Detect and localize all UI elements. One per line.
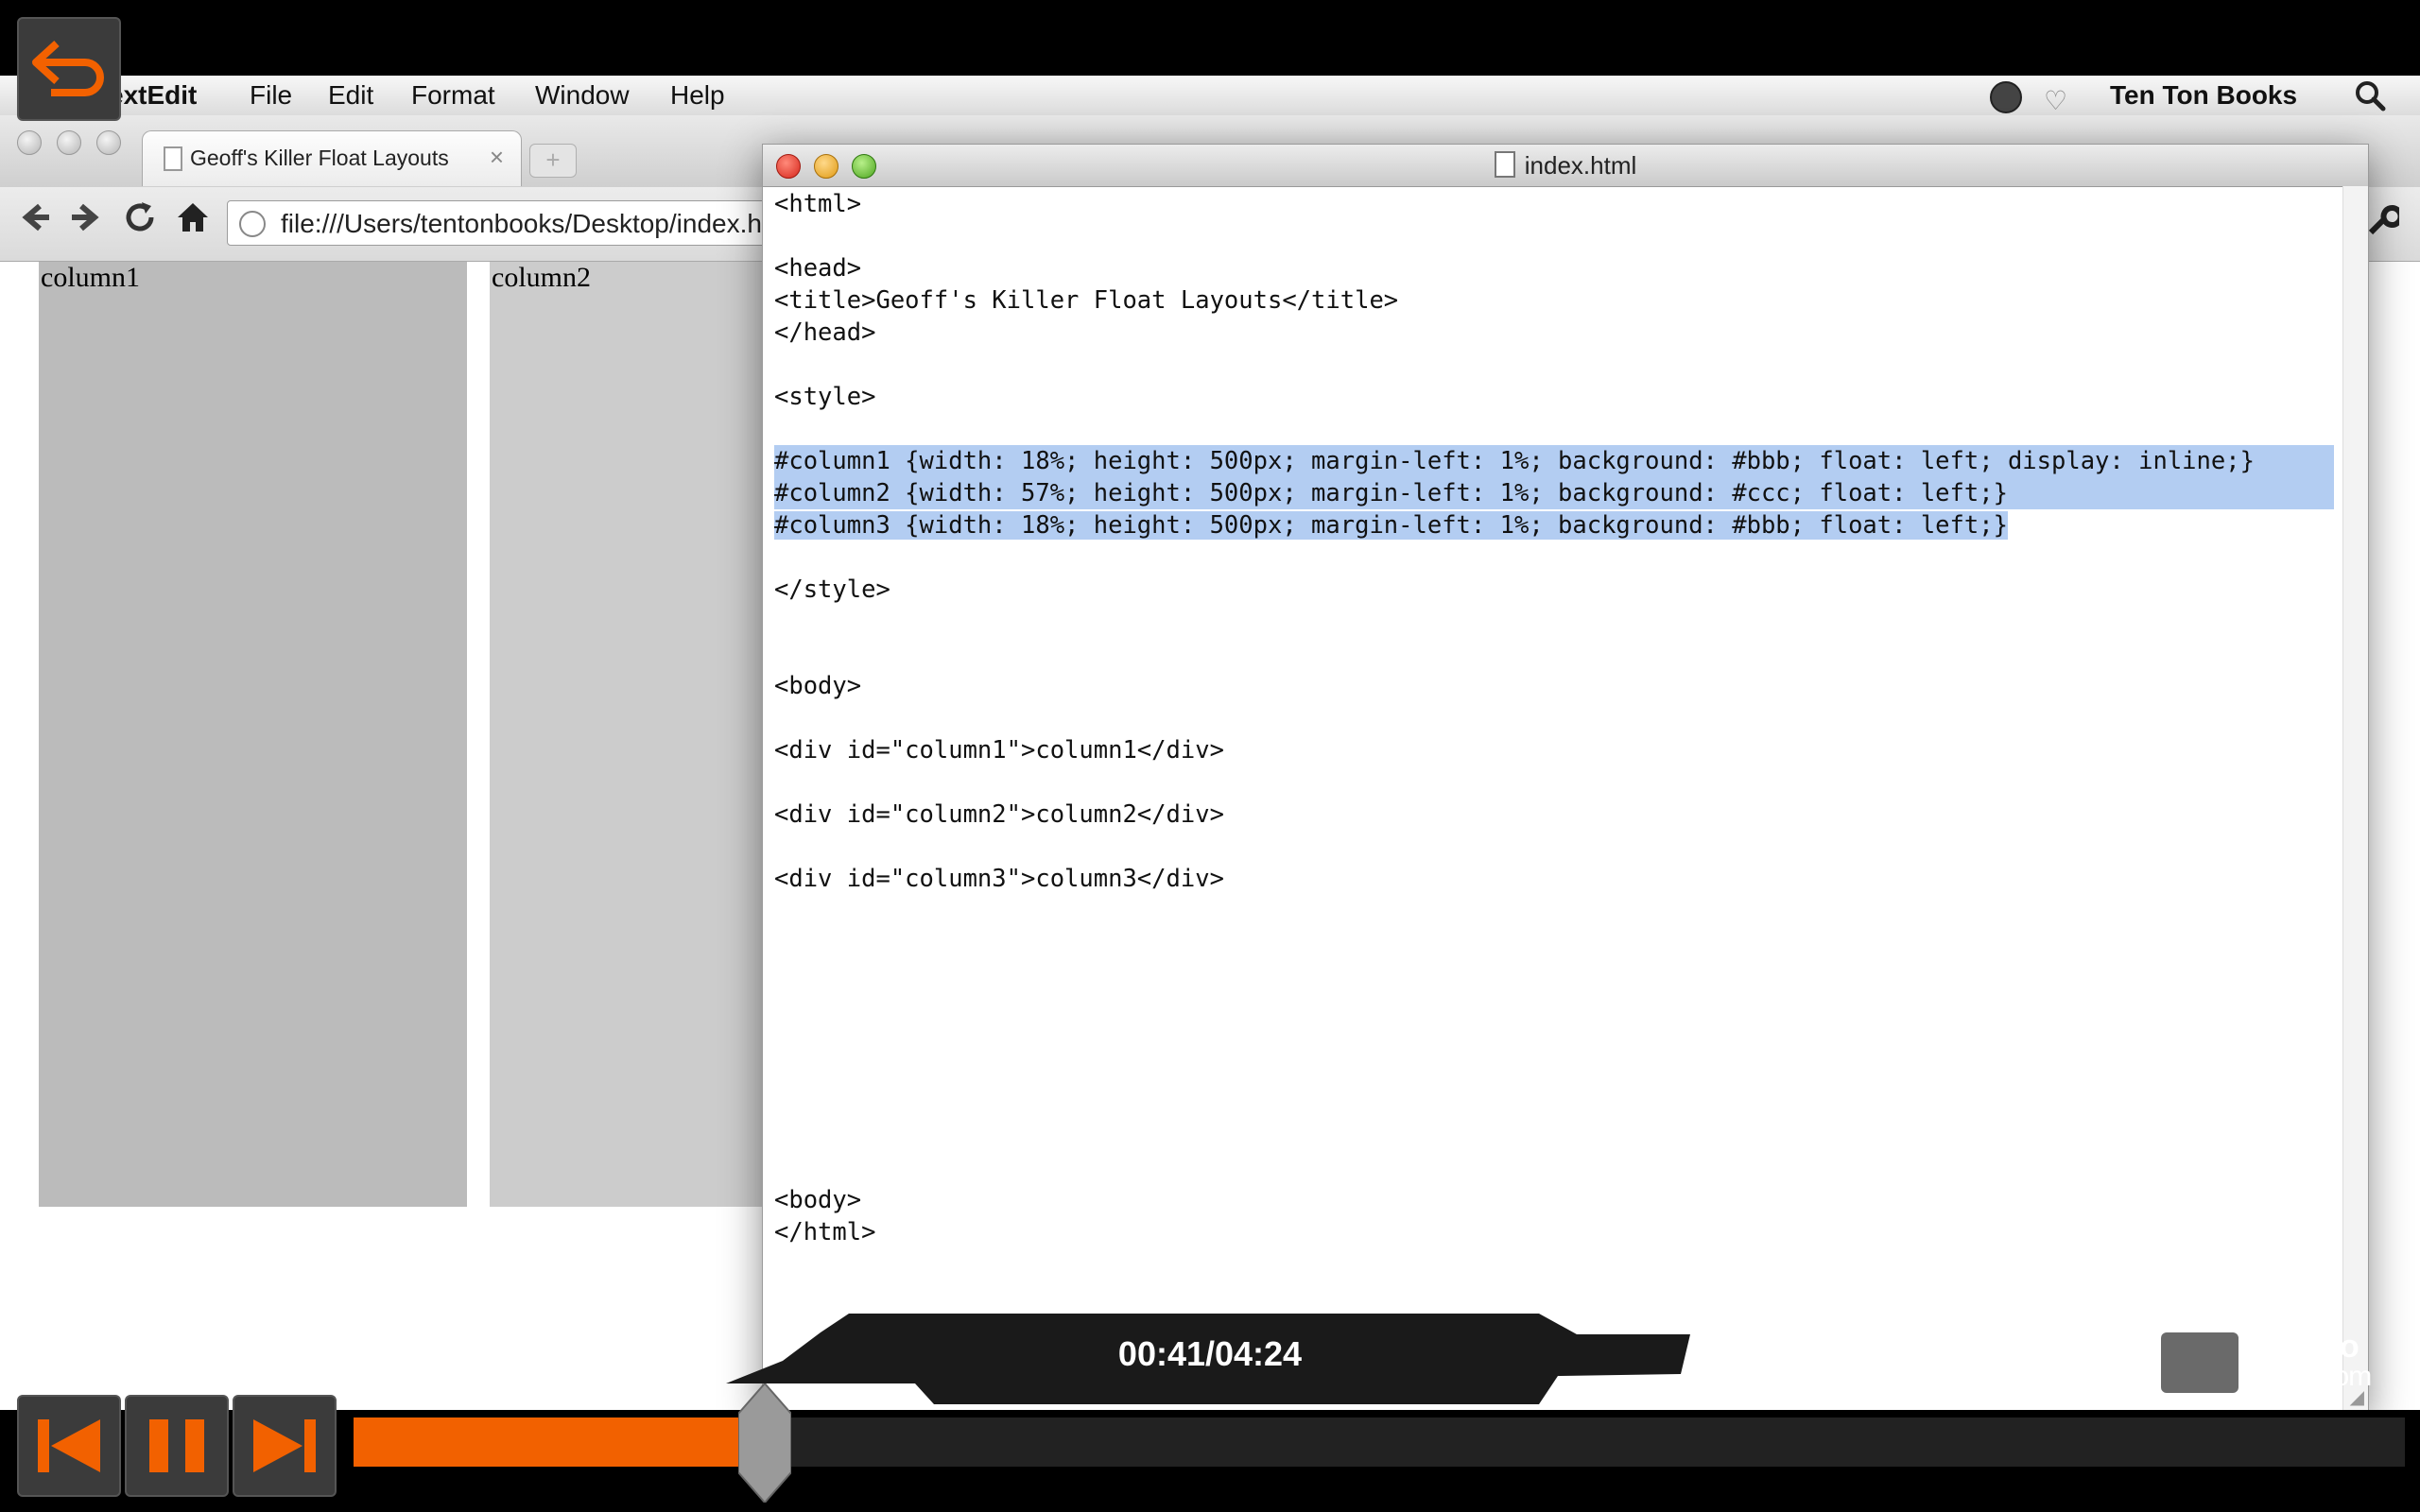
tab-title: Geoff's Killer Float Layouts	[190, 146, 449, 170]
pause-button[interactable]	[125, 1395, 229, 1497]
home-icon[interactable]	[176, 200, 210, 243]
code-line[interactable]: <style>	[774, 381, 2334, 413]
code-line[interactable]	[774, 349, 2334, 381]
globe-icon	[239, 211, 266, 237]
back-button[interactable]	[17, 17, 121, 121]
column2-label: column2	[492, 262, 591, 293]
column1-box: column1	[39, 262, 467, 1207]
code-line[interactable]: #column1 {width: 18%; height: 500px; mar…	[774, 445, 2334, 477]
editor-zoom-button[interactable]	[852, 154, 876, 179]
editor-scrollbar[interactable]	[2342, 186, 2368, 1413]
code-line[interactable]: <div id="column2">column2</div>	[774, 799, 2334, 831]
pause-icon	[149, 1419, 204, 1472]
reload-icon[interactable]	[123, 200, 157, 243]
html-file-icon	[1494, 151, 1515, 178]
forward-arrow-icon[interactable]	[68, 200, 102, 243]
code-line[interactable]	[774, 1152, 2334, 1184]
code-line[interactable]	[774, 766, 2334, 799]
textedit-window: index.html <html> <head> <title>Geoff's Ki…	[762, 144, 2369, 1414]
code-line[interactable]	[774, 831, 2334, 863]
code-line[interactable]	[774, 220, 2334, 252]
code-line[interactable]	[774, 959, 2334, 991]
new-tab-button[interactable]: +	[529, 144, 577, 178]
code-line[interactable]	[774, 638, 2334, 670]
code-line[interactable]: <html>	[774, 188, 2334, 220]
code-line[interactable]: </head>	[774, 317, 2334, 349]
code-line[interactable]: </style>	[774, 574, 2334, 606]
document-icon	[164, 146, 182, 171]
editor-close-button[interactable]	[776, 154, 801, 179]
code-line[interactable]	[774, 927, 2334, 959]
back-arrow-icon[interactable]	[19, 200, 53, 243]
tab-geoffs-killer-float-layouts[interactable]: Geoff's Killer Float Layouts ×	[142, 130, 522, 186]
tab-close-icon[interactable]: ×	[490, 143, 504, 172]
code-text-area[interactable]: <html> <head> <title>Geoff's Killer Float …	[774, 188, 2334, 1248]
code-line[interactable]	[774, 895, 2334, 927]
code-line[interactable]	[774, 702, 2334, 734]
user-status-icon[interactable]	[1990, 81, 2022, 113]
editor-title: index.html	[1524, 151, 1637, 180]
browser-zoom-button[interactable]	[96, 130, 121, 155]
macprovideo-logo: macPro Video.com	[2159, 1327, 2386, 1395]
code-line[interactable]: <body>	[774, 1184, 2334, 1216]
code-line[interactable]	[774, 1088, 2334, 1120]
editor-title-bar[interactable]: index.html	[763, 145, 2368, 187]
code-line[interactable]	[774, 991, 2334, 1023]
code-line[interactable]: <div id="column3">column3</div>	[774, 863, 2334, 895]
wrench-icon[interactable]	[2367, 204, 2404, 245]
code-line[interactable]: <body>	[774, 670, 2334, 702]
code-line[interactable]	[774, 1023, 2334, 1056]
wifi-icon[interactable]: ♡	[2044, 85, 2067, 116]
code-line[interactable]: <div id="column1">column1</div>	[774, 734, 2334, 766]
skip-forward-button[interactable]	[233, 1395, 337, 1497]
selected-code-text[interactable]: #column2 {width: 57%; height: 500px; mar…	[774, 477, 2334, 509]
url-text: file:///Users/tentonbooks/Desktop/index.…	[281, 209, 798, 238]
column1-label: column1	[41, 262, 140, 293]
code-line[interactable]	[774, 541, 2334, 574]
skip-back-icon	[38, 1419, 100, 1472]
editor-minimize-button[interactable]	[814, 154, 838, 179]
progress-knob[interactable]	[738, 1383, 791, 1503]
skip-forward-icon	[253, 1419, 316, 1472]
code-line[interactable]: <head>	[774, 252, 2334, 284]
code-line[interactable]	[774, 413, 2334, 445]
menu-file[interactable]: File	[250, 79, 292, 112]
selected-code-text[interactable]: #column3 {width: 18%; height: 500px; mar…	[774, 511, 2008, 540]
logo-icon	[2159, 1331, 2240, 1395]
progress-fill	[354, 1418, 765, 1467]
screen: TextEdit File Edit Format Window Help ♡ …	[0, 0, 2420, 1512]
code-line[interactable]	[774, 1056, 2334, 1088]
selected-code-text[interactable]: #column1 {width: 18%; height: 500px; mar…	[774, 445, 2334, 477]
code-line[interactable]	[774, 1120, 2334, 1152]
logo-line2: Video.com	[2246, 1361, 2372, 1392]
return-arrow-icon	[32, 41, 104, 96]
code-line[interactable]: #column3 {width: 18%; height: 500px; mar…	[774, 509, 2334, 541]
user-name[interactable]: Ten Ton Books	[2110, 79, 2297, 112]
browser-close-button[interactable]	[17, 130, 42, 155]
browser-minimize-button[interactable]	[57, 130, 81, 155]
menu-bar: TextEdit File Edit Format Window Help ♡ …	[0, 76, 2420, 116]
menu-window[interactable]: Window	[535, 79, 630, 112]
code-line[interactable]	[774, 606, 2334, 638]
skip-back-button[interactable]	[17, 1395, 121, 1497]
spotlight-search-icon[interactable]	[2354, 79, 2386, 118]
menu-format[interactable]: Format	[411, 79, 495, 112]
menu-edit[interactable]: Edit	[328, 79, 373, 112]
code-line[interactable]: <title>Geoff's Killer Float Layouts</tit…	[774, 284, 2334, 317]
menu-help[interactable]: Help	[670, 79, 725, 112]
timecode: 00:41/04:24	[1117, 1334, 1303, 1373]
video-top-bar	[0, 0, 2420, 76]
code-line[interactable]: #column2 {width: 57%; height: 500px; mar…	[774, 477, 2334, 509]
code-line[interactable]: </html>	[774, 1216, 2334, 1248]
